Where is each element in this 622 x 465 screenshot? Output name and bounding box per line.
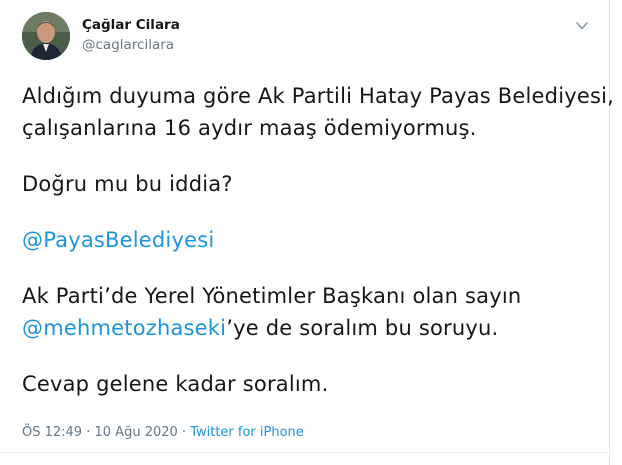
meta-separator: ·: [177, 425, 191, 440]
tweet-time[interactable]: ÖS 12:49: [22, 425, 82, 440]
mention-payasbelediyesi[interactable]: @PayasBelediyesi: [22, 228, 214, 252]
author-display-name[interactable]: Çağlar Cilara: [82, 17, 180, 33]
tweet-line: Doğru mu bu iddia?: [22, 172, 233, 196]
tweet-paragraph-3: @PayasBelediyesi: [22, 224, 597, 256]
tweet-line: Ak Parti’de Yerel Yönetimler Başkanı ola…: [22, 284, 522, 308]
tweet-line: Aldığım duyuma göre Ak Partili Hatay Pay…: [22, 84, 615, 108]
tweet-text: Aldığım duyuma göre Ak Partili Hatay Pay…: [22, 80, 614, 424]
mention-mehmetozhaseki[interactable]: @mehmetozhaseki: [22, 316, 226, 340]
tweet-meta: ÖS 12:49 · 10 Ağu 2020 · Twitter for iPh…: [22, 425, 304, 440]
tweet-card: Çağlar Cilara @caglarcilara Aldığım duyu…: [0, 0, 622, 465]
divider: [0, 452, 610, 453]
tweet-paragraph-4: Ak Parti’de Yerel Yönetimler Başkanı ola…: [22, 280, 597, 344]
avatar-image: [22, 12, 70, 60]
tweet-paragraph-2: Doğru mu bu iddia?: [22, 168, 597, 200]
author-handle[interactable]: @caglarcilara: [82, 37, 174, 53]
tweet-paragraph-5: Cevap gelene kadar soralım.: [22, 368, 597, 400]
avatar[interactable]: [22, 12, 70, 60]
chevron-down-icon[interactable]: [574, 18, 590, 32]
tweet-paragraph-1: Aldığım duyuma göre Ak Partili Hatay Pay…: [22, 80, 614, 144]
tweet-line: çalışanlarına 16 aydır maaş ödemiyormuş.: [22, 116, 477, 140]
tweet-date[interactable]: 10 Ağu 2020: [95, 425, 178, 440]
tweet-line-suffix: ’ye de soralım bu soruyu.: [226, 316, 499, 340]
tweet-line: Cevap gelene kadar soralım.: [22, 372, 329, 396]
meta-separator: ·: [82, 425, 95, 440]
tweet-source-link[interactable]: Twitter for iPhone: [190, 425, 304, 440]
